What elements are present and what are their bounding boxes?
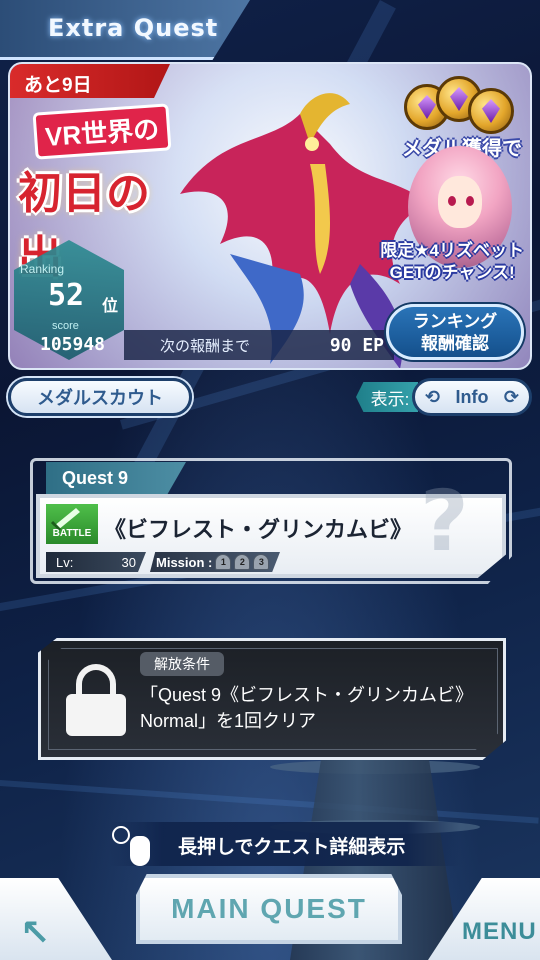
long-press-icon: [112, 826, 160, 870]
quest-name: 《ビフレスト・グリンカムビ》: [104, 517, 413, 542]
next-reward-bar: 次の報酬まで 90 EP: [124, 330, 394, 360]
medal-scout-button[interactable]: メダルスカウト: [8, 378, 192, 416]
rotate-right-icon: ⟳: [503, 386, 519, 407]
info-label: Info: [455, 386, 489, 407]
score-value: 105948: [40, 334, 106, 355]
unlock-condition-badge: 解放条件: [140, 652, 224, 676]
score-label: score: [52, 320, 79, 332]
limited-line2: GETのチャンス!: [389, 263, 515, 282]
unlock-condition-text: 「Quest 9《ビフレスト・グリンカムビ》Normal」を1回クリア: [140, 685, 474, 731]
level-bar: Lv: 30: [46, 552, 146, 572]
reward-button-line1: ランキング: [412, 312, 498, 331]
sword-icon: [50, 508, 80, 532]
page-title: Extra Quest: [48, 14, 219, 42]
reward-button-line2: 報酬確認: [421, 334, 489, 353]
event-title-logo: VR世界の 初日の出: [18, 103, 178, 283]
rotate-left-icon: ⟲: [425, 386, 441, 407]
hint-text: 長押しでクエスト詳細表示: [178, 837, 406, 858]
next-reward-value: 90 EP: [329, 334, 384, 356]
display-label: 表示:: [356, 382, 418, 412]
quest-tab: Quest 9: [46, 462, 186, 496]
limited-line1: 限定★4リズベット: [380, 241, 524, 260]
event-banner[interactable]: あと9日 VR世界の 初日の出 メダル獲得で 限定★4リズベット GETのチャン…: [8, 62, 532, 370]
event-title-line1: VR世界の: [32, 103, 172, 160]
limited-reward-text: 限定★4リズベット GETのチャンス!: [380, 240, 524, 284]
battle-label: BATTLE: [52, 528, 92, 539]
info-toggle-button[interactable]: ⟲ Info ⟳: [412, 378, 532, 416]
menu-label: MENU: [462, 918, 537, 945]
level-value: 30: [121, 554, 136, 570]
mission-bar: Mission : 1 2 3: [150, 552, 280, 572]
mission-trophy-icon: 1: [215, 554, 232, 570]
medal-icon: [468, 88, 514, 134]
days-left-badge: あと9日: [10, 64, 170, 98]
main-quest-button[interactable]: MAIN QUEST: [136, 874, 402, 944]
unknown-boss-icon: ?: [420, 472, 469, 570]
ranking-label: Ranking: [20, 262, 65, 276]
ranking-unit: 位: [102, 298, 119, 315]
ranking-value: 52: [48, 278, 85, 313]
next-reward-label: 次の報酬まで: [160, 337, 251, 355]
ranking-reward-button[interactable]: ランキング 報酬確認: [386, 304, 524, 360]
level-label: Lv:: [56, 554, 74, 570]
mission-trophy-icon: 3: [253, 554, 270, 570]
lock-icon: [66, 664, 126, 736]
mission-trophy-icon: 2: [234, 554, 251, 570]
mission-label: Mission :: [156, 554, 213, 570]
back-arrow-icon: ↖: [20, 912, 51, 953]
